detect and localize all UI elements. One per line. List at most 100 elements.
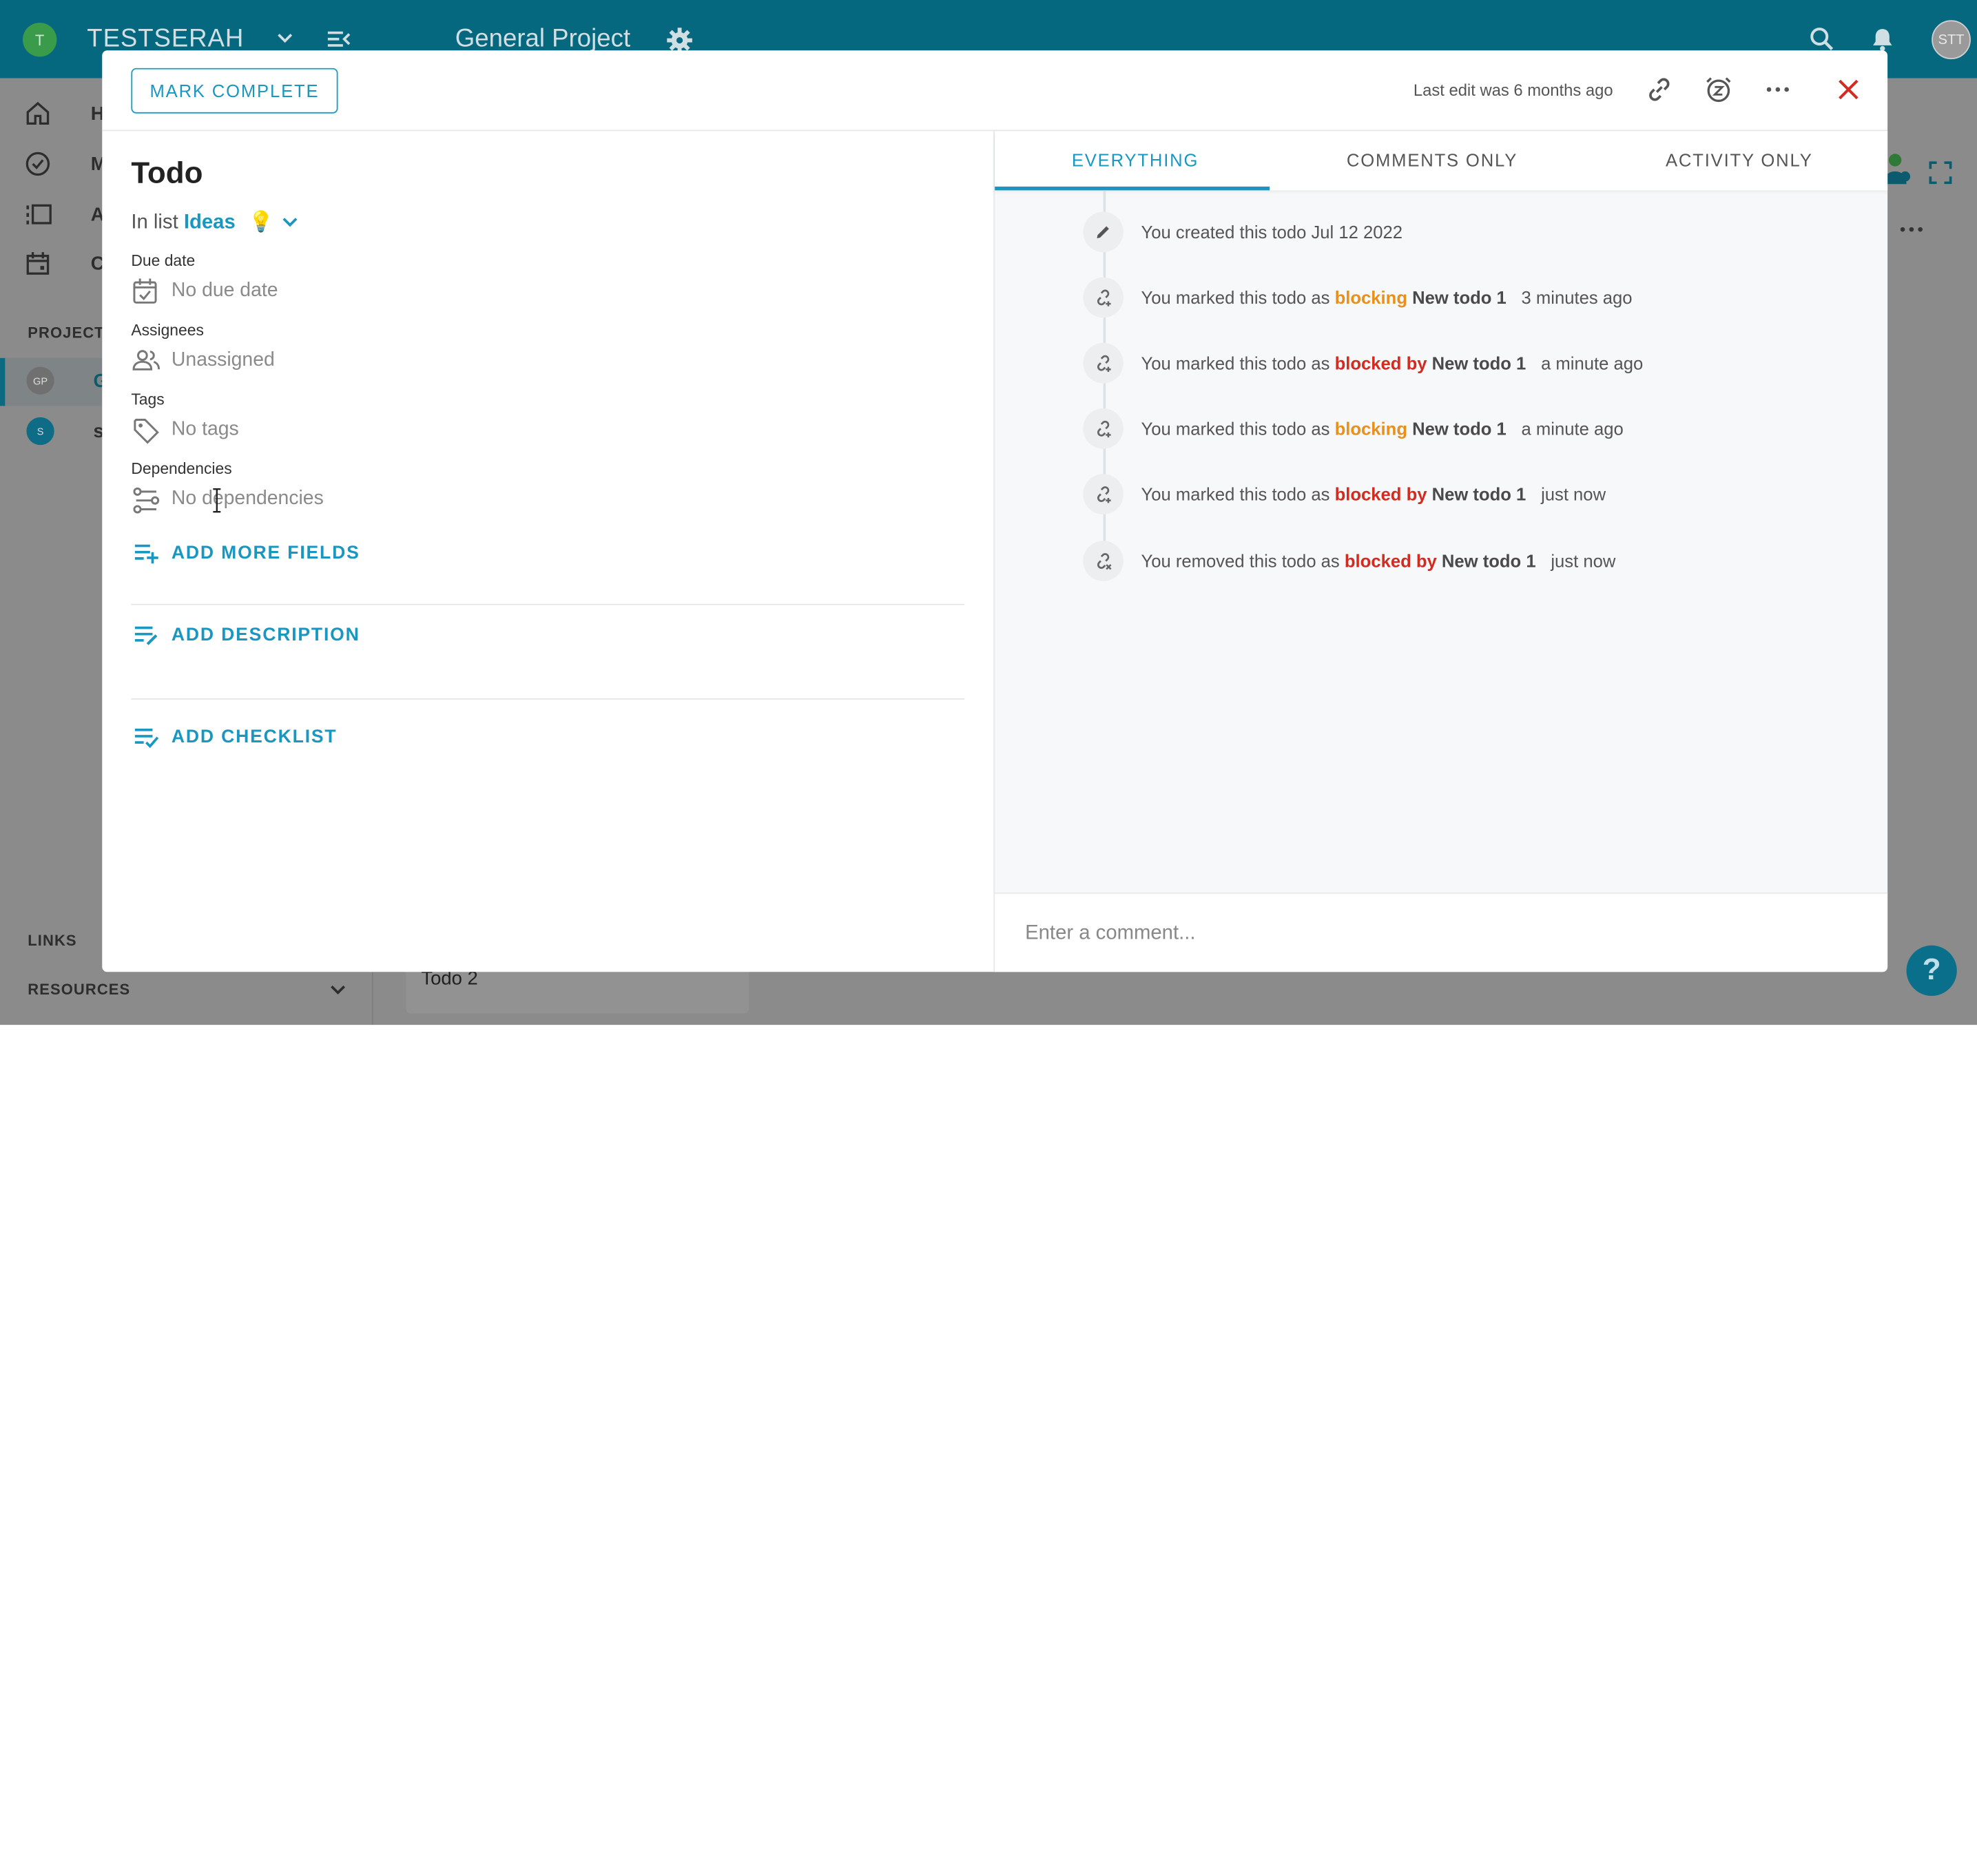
link-add-icon [1083,342,1124,384]
activity-text: You marked this todo as blocked by New t… [1141,353,1644,373]
project-avatar-s[interactable]: S [26,417,54,446]
activity-target-link[interactable]: New todo 1 [1412,287,1507,307]
check-circle-icon[interactable] [25,152,51,183]
links-heading[interactable]: LINKS [28,932,76,950]
comment-input[interactable] [1022,916,1855,952]
relation-blocked-by: blocked by [1334,353,1427,373]
help-button[interactable]: ? [1906,945,1957,997]
add-fields-icon [134,544,158,564]
add-more-fields-label: ADD MORE FIELDS [171,543,360,564]
activity-time: just now [1541,483,1606,505]
tags-label: Tags [131,390,165,409]
tab-everything[interactable]: EVERYTHING [1072,150,1199,170]
resources-heading[interactable]: RESOURCES [28,981,130,999]
add-checklist-button[interactable]: ADD CHECKLIST [134,726,337,749]
add-description-icon [134,626,158,645]
activity-target-link[interactable]: New todo 1 [1432,353,1526,373]
people-icon [132,348,161,379]
activity-item: You marked this todo as blocked by New t… [1083,474,1606,514]
in-list-row: In list Ideas 💡 [131,209,273,235]
activity-time: just now [1551,550,1616,572]
dependencies-icon [132,487,160,521]
list-name-link[interactable]: Ideas [184,212,236,233]
activity-target-link[interactable]: New todo 1 [1412,419,1507,439]
more-horizontal-icon[interactable] [1899,219,1925,245]
in-list-prefix: In list [131,211,178,233]
app-background: T TESTSERAH General Project STT H M A C … [0,0,1977,1025]
modal-header: MARK COMPLETE Last edit was 6 months ago [102,50,1888,132]
dependencies-value[interactable]: No dependencies [172,488,324,510]
activity-icon[interactable] [25,202,53,233]
activity-item: You created this todo Jul 12 2022 [1083,211,1402,253]
activity-time: a minute ago [1541,353,1644,373]
activity-tabs: EVERYTHING COMMENTS ONLY ACTIVITY ONLY [995,131,1888,191]
activity-target-link[interactable]: New todo 1 [1432,484,1526,504]
pencil-icon [1083,211,1124,253]
activity-item: You marked this todo as blocking New tod… [1083,277,1633,318]
relation-blocking: blocking [1334,418,1407,439]
home-icon[interactable] [25,101,51,132]
todo-title[interactable]: Todo [131,156,203,191]
tags-value[interactable]: No tags [172,419,239,441]
activity-prefix: You marked this todo as [1141,418,1330,439]
expand-icon[interactable] [1929,161,1952,190]
workspace-avatar[interactable]: T [22,22,57,57]
chevron-down-icon[interactable] [328,979,348,1005]
activity-time: a minute ago [1521,418,1624,439]
close-icon[interactable] [1834,76,1862,110]
tag-icon [132,417,160,451]
comment-box [995,892,1888,972]
tab-comments-only[interactable]: COMMENTS ONLY [1347,150,1518,170]
relation-blocked-by: blocked by [1344,550,1437,572]
activity-target-link[interactable]: New todo 1 [1442,551,1536,571]
assignees-label: Assignees [131,321,204,340]
active-tab-indicator [995,186,1270,191]
todo-modal: MARK COMPLETE Last edit was 6 months ago… [102,50,1888,972]
todo-details-pane: Todo In list Ideas 💡 Due date No due dat… [102,131,993,972]
lightbulb-emoji: 💡 [248,211,274,233]
activity-item: You marked this todo as blocking New tod… [1083,408,1624,449]
calendar-icon[interactable] [25,251,51,282]
assignees-value[interactable]: Unassigned [172,349,275,372]
link-add-icon [1083,408,1124,449]
due-date-label: Due date [131,252,196,270]
relation-blocking: blocking [1334,287,1407,308]
user-avatar[interactable]: STT [1932,20,1971,60]
last-edit-text: Last edit was 6 months ago [1413,81,1613,100]
link-add-icon [1083,474,1124,514]
project-avatar-general[interactable]: GP [26,366,54,395]
activity-prefix: You marked this todo as [1141,287,1330,308]
text-cursor-icon [212,488,222,519]
due-date-value[interactable]: No due date [172,280,278,302]
activity-pane: EVERYTHING COMMENTS ONLY ACTIVITY ONLY Y… [993,131,1888,972]
add-checklist-label: ADD CHECKLIST [171,727,338,748]
more-options-icon[interactable] [1764,76,1792,110]
activity-text: You marked this todo as blocked by New t… [1141,484,1606,504]
link-add-icon [1083,277,1124,318]
calendar-check-icon [132,278,158,311]
activity-time: 3 minutes ago [1521,287,1633,308]
activity-text: You marked this todo as blocking New tod… [1141,419,1624,439]
add-checklist-icon [134,728,159,749]
activity-prefix: You marked this todo as [1141,353,1330,373]
add-description-label: ADD DESCRIPTION [171,625,360,646]
activity-text: You marked this todo as blocking New tod… [1141,287,1633,307]
activity-prefix: You removed this todo as [1141,550,1340,572]
relation-blocked-by: blocked by [1334,483,1427,505]
activity-prefix: You marked this todo as [1141,483,1330,505]
activity-text: You removed this todo as blocked by New … [1141,551,1616,571]
snooze-alarm-icon[interactable] [1705,76,1732,110]
add-description-button[interactable]: ADD DESCRIPTION [134,624,360,647]
tab-activity-only[interactable]: ACTIVITY ONLY [1666,150,1813,170]
divider [131,603,965,605]
link-remove-icon [1083,541,1124,581]
list-chevron-down-icon[interactable] [281,213,299,237]
activity-item: You marked this todo as blocked by New t… [1083,342,1644,384]
add-more-fields-button[interactable]: ADD MORE FIELDS [134,542,360,565]
divider [131,698,965,700]
dependencies-label: Dependencies [131,460,232,478]
link-icon[interactable] [1646,76,1673,110]
activity-item: You removed this todo as blocked by New … [1083,541,1615,581]
activity-text: You created this todo Jul 12 2022 [1141,222,1402,242]
mark-complete-button[interactable]: MARK COMPLETE [131,67,338,114]
